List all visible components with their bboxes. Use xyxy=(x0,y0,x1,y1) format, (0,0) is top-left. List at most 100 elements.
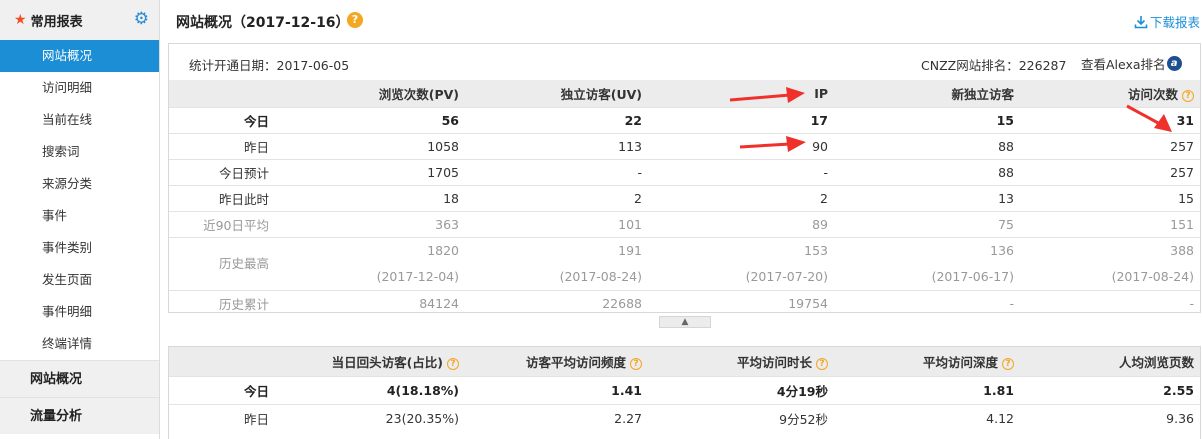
table-cell: 84124 xyxy=(419,295,459,311)
table-row: 今日预计 1705 - - 88 257 xyxy=(169,159,1200,185)
sidebar-group-overview[interactable]: 网站概况 xyxy=(0,360,159,397)
sidebar-item-event-detail[interactable]: 事件明细 xyxy=(0,296,159,328)
row-label: 昨日此时 xyxy=(218,191,269,207)
row-label: 历史累计 xyxy=(218,296,269,312)
visitor-metrics-table: 当日回头访客(占比)? 访客平均访问频度? 平均访问时长? 平均访问深度? 人均… xyxy=(169,347,1200,432)
table-cell: 2.55 xyxy=(1163,382,1194,398)
sidebar-item-events[interactable]: 事件 xyxy=(0,200,159,232)
table-row: 今日 56 22 17 15 31 xyxy=(169,107,1200,133)
help-icon[interactable]: ? xyxy=(1182,89,1194,102)
table-cell: 22688 xyxy=(602,295,642,311)
table-cell: - xyxy=(1189,295,1194,311)
row-label: 今日预计 xyxy=(218,165,269,181)
table-cell: 13 xyxy=(998,190,1014,206)
table-row: 历史累计 84124 22688 19754 - - xyxy=(169,290,1200,316)
sidebar-group-traffic[interactable]: 流量分析 xyxy=(0,397,159,434)
column-header-visits: 访问次数? xyxy=(1020,80,1200,107)
help-icon[interactable]: ? xyxy=(1002,357,1014,370)
sidebar-header[interactable]: ★ 常用报表 ⚙ xyxy=(0,0,159,40)
info-row: 统计开通日期：2017-06-05 CNZZ网站排名：226287 查看Alex… xyxy=(169,44,1200,80)
table-cell: 9分52秒 xyxy=(779,411,828,427)
chevron-up-icon: ▲ xyxy=(681,317,689,327)
sidebar-item-terminal-detail[interactable]: 终端详情 xyxy=(0,328,159,360)
table-row: 今日 4(18.18%) 1.41 4分19秒 1.81 2.55 xyxy=(169,376,1200,404)
table-cell: 363 xyxy=(435,216,459,232)
table-cell: 19754 xyxy=(788,295,828,311)
table-header-row: 当日回头访客(占比)? 访客平均访问频度? 平均访问时长? 平均访问深度? 人均… xyxy=(169,347,1200,376)
table-cell: 15 xyxy=(1178,190,1194,206)
column-header-label: 访客平均访问频度 xyxy=(525,354,626,370)
peak-date: (2017-06-17) xyxy=(931,268,1014,284)
table-cell: 1.81 xyxy=(983,382,1014,398)
column-header-label: 平均访问深度 xyxy=(922,354,998,370)
help-icon[interactable]: ? xyxy=(630,357,642,370)
title-row: 网站概况（2017-12-16） ? 下载报表 xyxy=(168,0,1202,40)
alexa-rank-label: 查看Alexa排名 xyxy=(1081,57,1166,72)
peak-value: 191 xyxy=(618,242,642,258)
visitor-metrics-panel: 当日回头访客(占比)? 访客平均访问频度? 平均访问时长? 平均访问深度? 人均… xyxy=(168,346,1201,439)
table-row: 昨日 23(20.35%) 2.27 9分52秒 4.12 9.36 xyxy=(169,404,1200,432)
table-cell: 1820 (2017-12-04) xyxy=(297,237,465,290)
table-row: 近90日平均 363 101 89 75 151 xyxy=(169,211,1200,237)
sidebar-item-event-category[interactable]: 事件类别 xyxy=(0,232,159,264)
table-cell: 88 xyxy=(998,164,1014,180)
sidebar-item-overview[interactable]: 网站概况 xyxy=(0,40,159,72)
star-icon: ★ xyxy=(14,12,27,28)
help-icon[interactable]: ? xyxy=(347,12,363,28)
row-label: 今日 xyxy=(243,383,269,399)
table-cell: 191 (2017-08-24) xyxy=(465,237,648,290)
collapse-toggle-button[interactable]: ▲ xyxy=(659,316,711,328)
sidebar-header-label: 常用报表 xyxy=(30,14,83,30)
column-header-label: 平均访问时长 xyxy=(736,354,812,370)
gear-icon[interactable]: ⚙ xyxy=(134,11,149,28)
sidebar-item-source-category[interactable]: 来源分类 xyxy=(0,168,159,200)
peak-value: 153 xyxy=(804,242,828,258)
table-cell: 9.36 xyxy=(1166,410,1194,426)
column-header-returning: 当日回头访客(占比)? xyxy=(297,347,465,376)
table-cell: 56 xyxy=(441,112,459,128)
table-cell: 1705 xyxy=(427,164,459,180)
column-header-depth: 平均访问深度? xyxy=(834,347,1020,376)
table-cell: - xyxy=(637,164,642,180)
column-header-ip: IP xyxy=(814,85,828,101)
row-label: 近90日平均 xyxy=(203,217,269,233)
table-cell: 90 xyxy=(812,138,828,154)
column-header-label: 当日回头访客(占比) xyxy=(331,354,443,370)
peak-date: (2017-08-24) xyxy=(559,268,642,284)
table-cell: 18 xyxy=(443,190,459,206)
download-icon xyxy=(1134,15,1148,28)
sidebar-item-event-pages[interactable]: 发生页面 xyxy=(0,264,159,296)
sidebar-item-online[interactable]: 当前在线 xyxy=(0,104,159,136)
column-header-frequency: 访客平均访问频度? xyxy=(465,347,648,376)
table-cell: 153 (2017-07-20) xyxy=(648,237,834,290)
table-cell: 23(20.35%) xyxy=(385,410,459,426)
row-label: 昨日 xyxy=(243,139,269,155)
table-cell: 89 xyxy=(812,216,828,232)
table-cell: - xyxy=(1009,295,1014,311)
table-cell: 4分19秒 xyxy=(776,383,828,399)
table-cell: 2.27 xyxy=(614,410,642,426)
peak-value: 1820 xyxy=(427,242,459,258)
overview-panel: 统计开通日期：2017-06-05 CNZZ网站排名：226287 查看Alex… xyxy=(168,43,1201,313)
cnzz-rank: CNZZ网站排名：226287 xyxy=(921,58,1067,73)
peak-date: (2017-07-20) xyxy=(745,268,828,284)
table-cell: 101 xyxy=(618,216,642,232)
row-label: 昨日 xyxy=(243,411,269,427)
row-label: 历史最高 xyxy=(218,255,269,271)
alexa-rank-link[interactable]: 查看Alexa排名 a xyxy=(1081,54,1182,73)
help-icon[interactable]: ? xyxy=(816,357,828,370)
table-cell: 257 xyxy=(1170,164,1194,180)
sidebar-item-search-terms[interactable]: 搜索词 xyxy=(0,136,159,168)
table-cell: 17 xyxy=(810,112,828,128)
table-cell: 31 xyxy=(1176,112,1194,128)
column-header-pv: 浏览次数(PV) xyxy=(378,86,459,102)
help-icon[interactable]: ? xyxy=(447,357,459,370)
main-content: 网站概况（2017-12-16） ? 下载报表 统计开通日期：2017-06-0… xyxy=(168,0,1202,439)
column-header xyxy=(169,80,297,107)
table-cell: 4.12 xyxy=(986,410,1014,426)
peak-date: (2017-12-04) xyxy=(376,268,459,284)
sidebar-item-visit-detail[interactable]: 访问明细 xyxy=(0,72,159,104)
download-report-button[interactable]: 下载报表 xyxy=(1134,12,1200,31)
column-header-visits-label: 访问次数 xyxy=(1127,86,1178,102)
peak-date: (2017-08-24) xyxy=(1111,268,1194,284)
